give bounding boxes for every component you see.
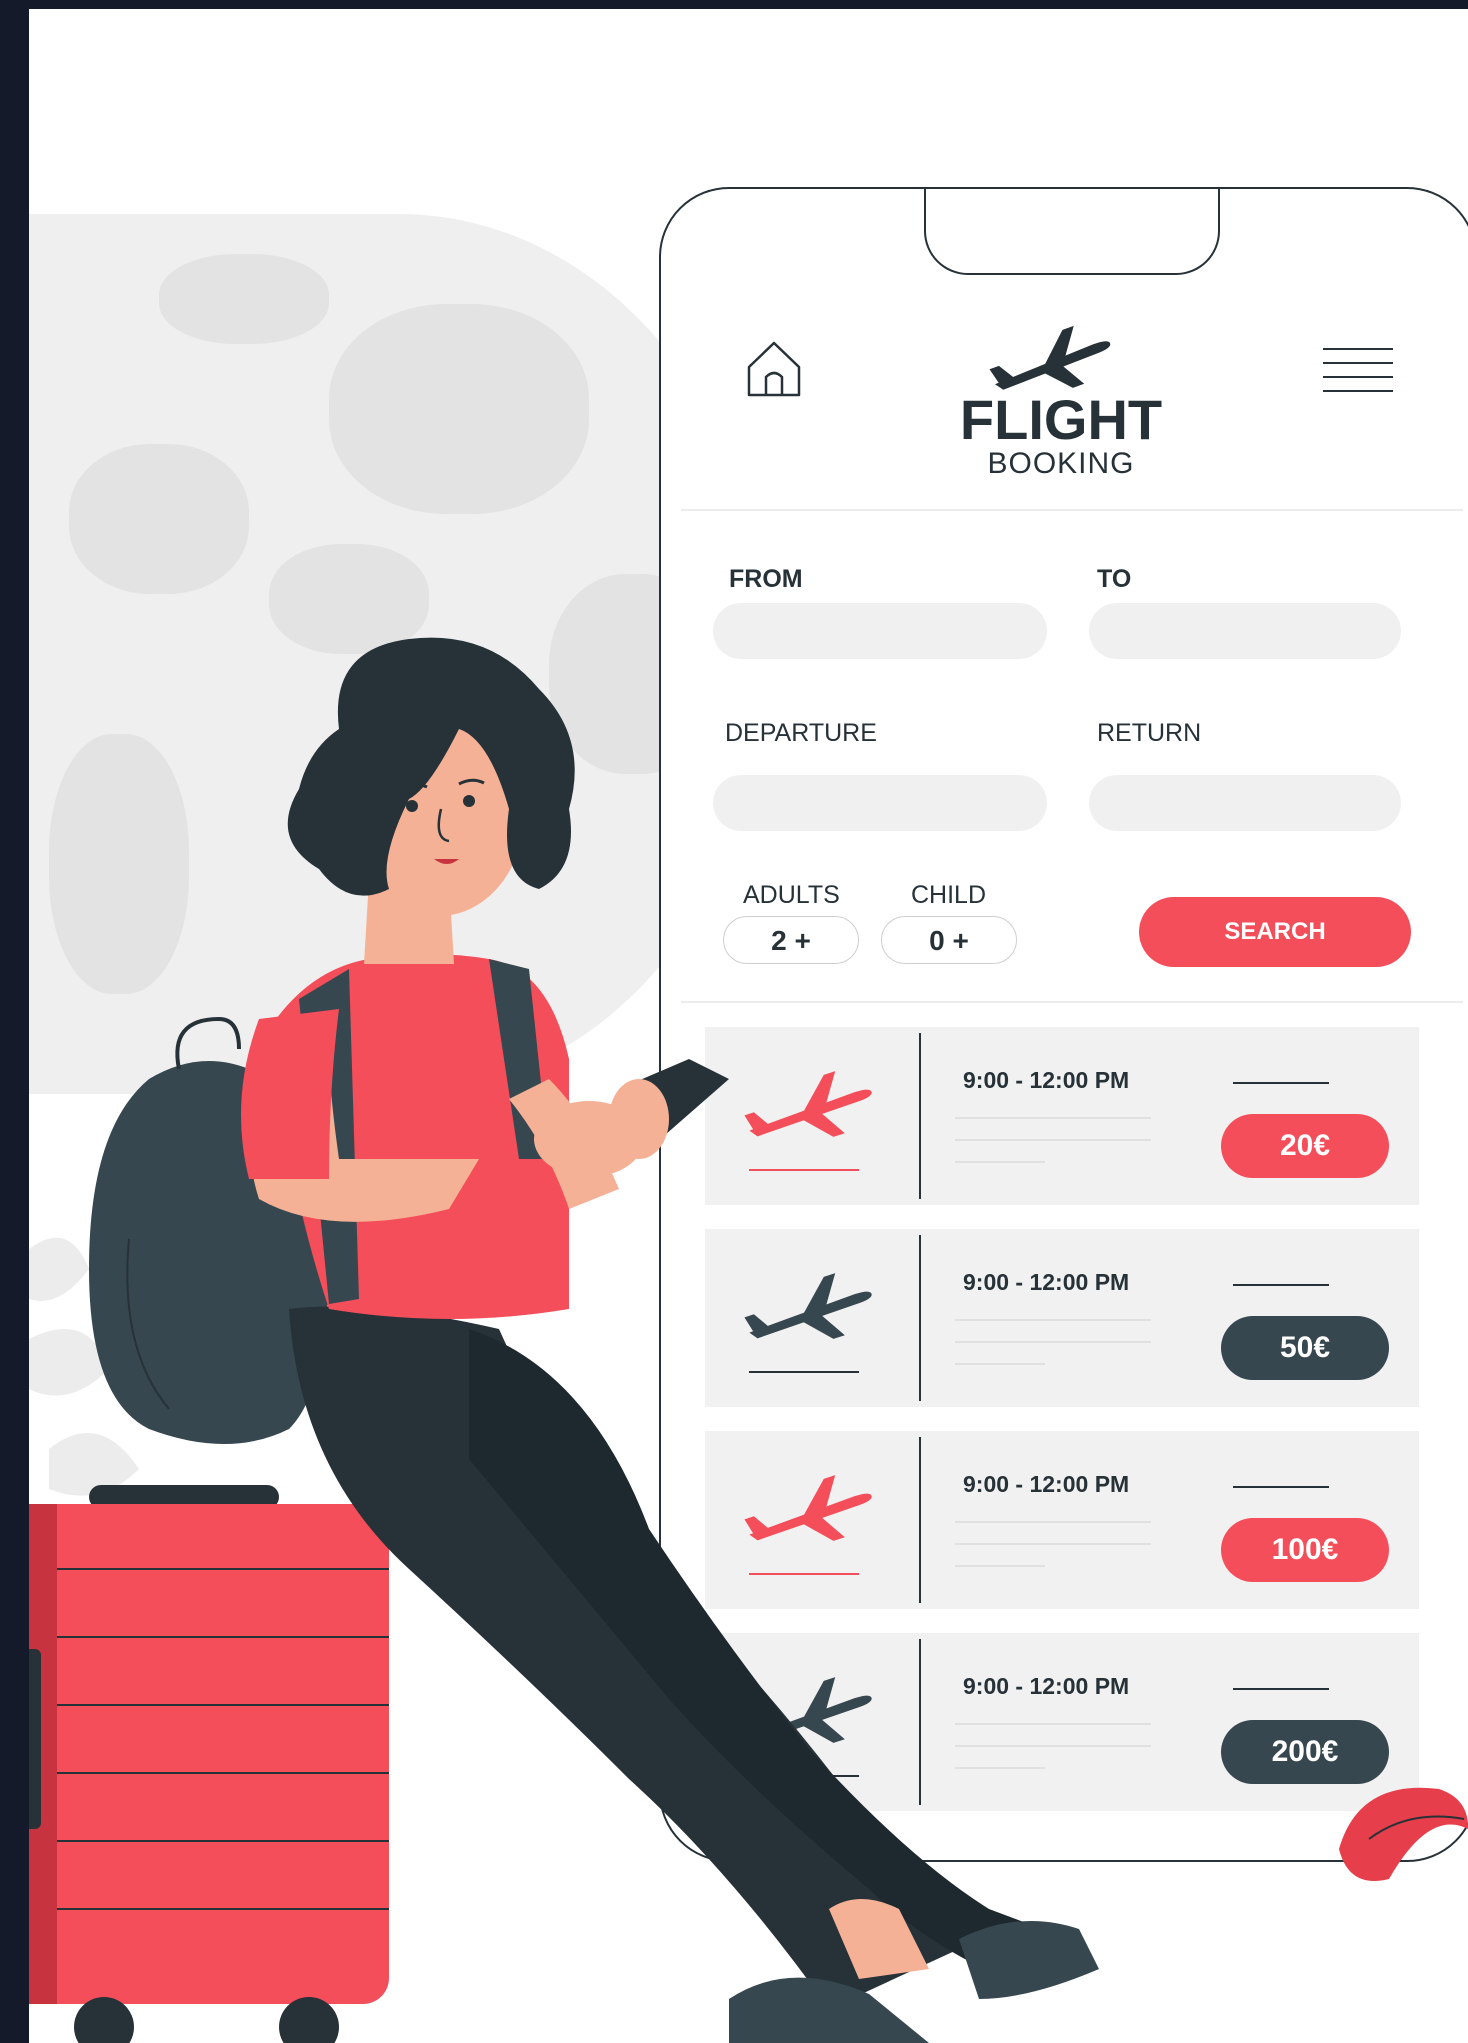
adults-label: ADULTS: [743, 881, 840, 909]
phone-mockup: FLIGHT BOOKING FROM TO DEPARTURE RETURN …: [659, 187, 1468, 1862]
price-badge: 100€: [1221, 1518, 1389, 1582]
return-field[interactable]: [1089, 775, 1401, 831]
departure-label: DEPARTURE: [725, 719, 877, 747]
flight-card[interactable]: 9:00 - 12:00 PM 50€: [705, 1229, 1419, 1407]
flight-time: 9:00 - 12:00 PM: [963, 1269, 1130, 1295]
leaf-decoration: [1339, 1787, 1468, 1881]
from-label: FROM: [729, 565, 803, 593]
flight-time: 9:00 - 12:00 PM: [963, 1673, 1130, 1699]
form-divider: [681, 1001, 1463, 1003]
airplane-icon: [744, 1475, 872, 1541]
globe-background: [29, 214, 769, 1094]
return-label: RETURN: [1097, 719, 1202, 747]
brand-title: FLIGHT: [959, 388, 1163, 451]
airplane-icon: [744, 1273, 872, 1339]
to-field[interactable]: [1089, 603, 1401, 659]
flight-card[interactable]: 9:00 - 12:00 PM 20€: [705, 1027, 1419, 1205]
airplane-icon: [744, 1071, 872, 1137]
airplane-icon: [744, 1677, 872, 1743]
departure-field[interactable]: [713, 775, 1047, 831]
menu-icon[interactable]: [1321, 345, 1395, 395]
flight-card[interactable]: 9:00 - 12:00 PM 200€: [705, 1633, 1419, 1811]
child-label: CHILD: [911, 881, 987, 909]
header-divider: [681, 509, 1463, 511]
brand-subtitle: BOOKING: [987, 447, 1135, 480]
from-field[interactable]: [713, 603, 1047, 659]
price-badge: 50€: [1221, 1316, 1389, 1380]
phone-notch: [924, 189, 1220, 275]
home-icon[interactable]: [741, 337, 807, 403]
flight-time: 9:00 - 12:00 PM: [963, 1067, 1130, 1093]
airplane-icon: [989, 325, 1111, 390]
adults-stepper[interactable]: 2 +: [723, 916, 859, 964]
flight-card[interactable]: 9:00 - 12:00 PM 100€: [705, 1431, 1419, 1609]
price-badge: 20€: [1221, 1114, 1389, 1178]
to-label: TO: [1097, 565, 1132, 593]
search-button[interactable]: SEARCH: [1139, 897, 1411, 967]
illustration-canvas: FLIGHT BOOKING FROM TO DEPARTURE RETURN …: [29, 9, 1468, 2043]
flight-time: 9:00 - 12:00 PM: [963, 1471, 1130, 1497]
child-stepper[interactable]: 0 +: [881, 916, 1017, 964]
